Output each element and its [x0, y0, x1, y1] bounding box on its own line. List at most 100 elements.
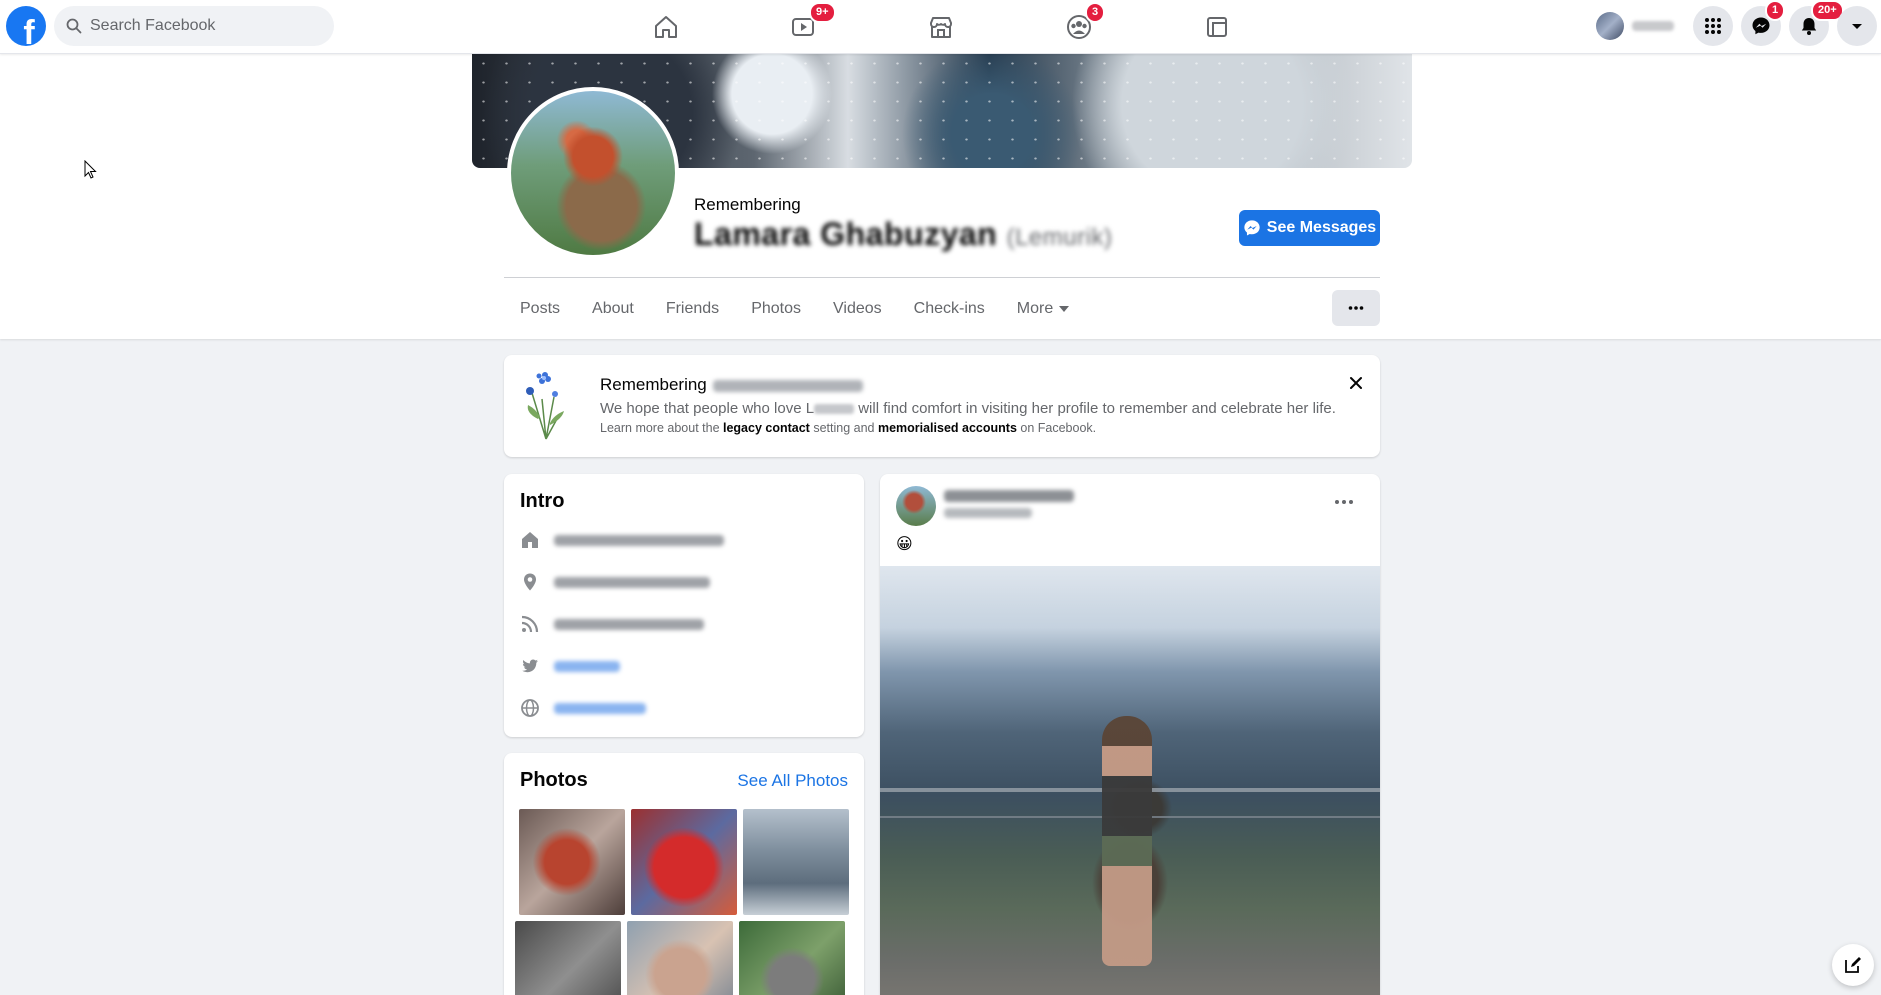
top-navigation-bar: f 9+ 3 1 20+: [0, 0, 1881, 54]
post-text: 😀: [896, 536, 913, 553]
intro-row-followers: [520, 612, 704, 636]
post-author-redacted[interactable]: [944, 490, 1074, 502]
tab-about[interactable]: About: [576, 289, 650, 329]
new-message-button[interactable]: [1832, 944, 1874, 986]
intro-detail-redacted: [554, 534, 724, 546]
post-card: 😀: [880, 474, 1380, 995]
see-all-photos-link[interactable]: See All Photos: [737, 771, 848, 791]
photo-thumbnail[interactable]: [743, 809, 849, 915]
gaming-icon: [1207, 17, 1227, 37]
groups-badge: 3: [1085, 2, 1106, 23]
post-photo-detail: [1102, 716, 1152, 966]
memorial-title-text: Remembering: [600, 375, 707, 394]
home-icon: [655, 16, 677, 38]
intro-card: Intro: [504, 474, 864, 737]
tab-videos[interactable]: Videos: [817, 289, 898, 329]
learn-more-text-1: Learn more about the: [600, 421, 723, 435]
redacted-name: [814, 404, 855, 415]
caret-down-icon: [1059, 306, 1070, 312]
profile-more-options-button[interactable]: [1332, 290, 1380, 326]
store-icon: [930, 17, 952, 38]
memorial-text: We hope that people who love L will find…: [600, 400, 1336, 417]
post-photo[interactable]: [880, 566, 1380, 995]
photos-title: Photos: [520, 769, 588, 791]
intro-row-from: [520, 570, 710, 594]
profile-shortcut[interactable]: [1596, 10, 1674, 42]
watch-badge: 9+: [809, 2, 836, 23]
photo-thumbnail[interactable]: [627, 921, 733, 995]
tab-posts[interactable]: Posts: [504, 289, 576, 329]
mouse-cursor-icon: [84, 160, 97, 179]
intro-detail-redacted: [554, 576, 710, 588]
redacted-name: [712, 379, 863, 392]
more-horizontal-icon: [1348, 306, 1364, 310]
search-box[interactable]: [54, 6, 334, 46]
flower-icon: [526, 372, 564, 440]
memorial-learn-more: Learn more about the legacy contact sett…: [600, 421, 1096, 435]
memorial-text-after: will find comfort in visiting her profil…: [854, 400, 1336, 417]
messenger-icon: [1244, 220, 1260, 236]
tab-more[interactable]: More: [1001, 289, 1085, 329]
tab-friends[interactable]: Friends: [650, 289, 735, 329]
tab-photos[interactable]: Photos: [735, 289, 817, 329]
location-pin-icon: [524, 573, 536, 591]
profile-picture[interactable]: [507, 87, 679, 259]
profile-tabs: Posts About Friends Photos Videos Check-…: [504, 289, 1085, 329]
facebook-logo-letter: f: [23, 14, 35, 46]
messenger-badge: 1: [1765, 0, 1786, 21]
notifications-button[interactable]: 20+: [1789, 0, 1844, 46]
facebook-logo[interactable]: f: [6, 6, 46, 46]
learn-more-text-3: on Facebook.: [1016, 421, 1097, 435]
avatar: [1596, 12, 1624, 40]
website-link-redacted[interactable]: [554, 702, 646, 714]
menu-button[interactable]: [1693, 6, 1733, 46]
post-timestamp-redacted[interactable]: [944, 508, 1032, 518]
globe-icon: [521, 699, 539, 717]
memorialised-accounts-link[interactable]: memorialised accounts: [878, 421, 1017, 435]
rss-icon: [521, 615, 539, 633]
photos-card: Photos See All Photos: [504, 753, 864, 995]
close-icon[interactable]: [1346, 373, 1366, 393]
learn-more-text-2: setting and: [809, 421, 878, 435]
nav-groups[interactable]: 3: [1049, 2, 1109, 46]
messenger-button[interactable]: 1: [1741, 0, 1786, 46]
profile-nickname: (Lemurik): [1006, 224, 1113, 251]
intro-row-website: [520, 696, 646, 720]
account-button[interactable]: [1837, 6, 1877, 46]
memorial-banner: Remembering We hope that people who love…: [504, 355, 1380, 457]
intro-row-workplace: [520, 528, 724, 552]
nav-marketplace[interactable]: [911, 8, 971, 46]
twitter-icon: [522, 659, 538, 673]
compose-icon: [1845, 957, 1861, 973]
profile-name-text: Lamara Ghabuzyan: [694, 216, 998, 252]
home-icon: [522, 532, 538, 548]
profile-shortcut-name: [1632, 21, 1674, 31]
profile-header: Remembering Lamara Ghabuzyan (Lemurik) S…: [0, 54, 1881, 339]
photo-thumbnail[interactable]: [519, 809, 625, 915]
nav-home[interactable]: [636, 8, 696, 46]
tab-check-ins[interactable]: Check-ins: [898, 289, 1001, 329]
photo-thumbnail[interactable]: [631, 809, 737, 915]
divider: [504, 277, 1380, 278]
memorial-text-before: We hope that people who love L: [600, 400, 815, 417]
tab-more-label: More: [1016, 300, 1054, 317]
profile-name: Lamara Ghabuzyan (Lemurik): [694, 216, 1112, 253]
apps-grid-icon: [1705, 18, 1721, 34]
more-horizontal-icon[interactable]: [1332, 490, 1356, 514]
nav-watch[interactable]: 9+: [773, 2, 836, 46]
memorial-title: Remembering: [600, 375, 863, 395]
photo-thumbnail[interactable]: [515, 921, 621, 995]
nav-gaming[interactable]: [1187, 8, 1247, 46]
avatar[interactable]: [896, 486, 936, 526]
caret-down-icon: [1852, 24, 1862, 29]
see-messages-label: See Messages: [1266, 219, 1377, 236]
photo-thumbnail[interactable]: [739, 921, 845, 995]
intro-title: Intro: [520, 490, 565, 512]
intro-detail-redacted: [554, 618, 704, 630]
search-icon: [66, 18, 82, 34]
twitter-link-redacted[interactable]: [554, 660, 620, 672]
search-input[interactable]: [90, 17, 310, 35]
remembering-label: Remembering: [694, 195, 801, 214]
see-messages-button[interactable]: See Messages: [1239, 210, 1380, 246]
legacy-contact-link[interactable]: legacy contact: [723, 421, 810, 435]
